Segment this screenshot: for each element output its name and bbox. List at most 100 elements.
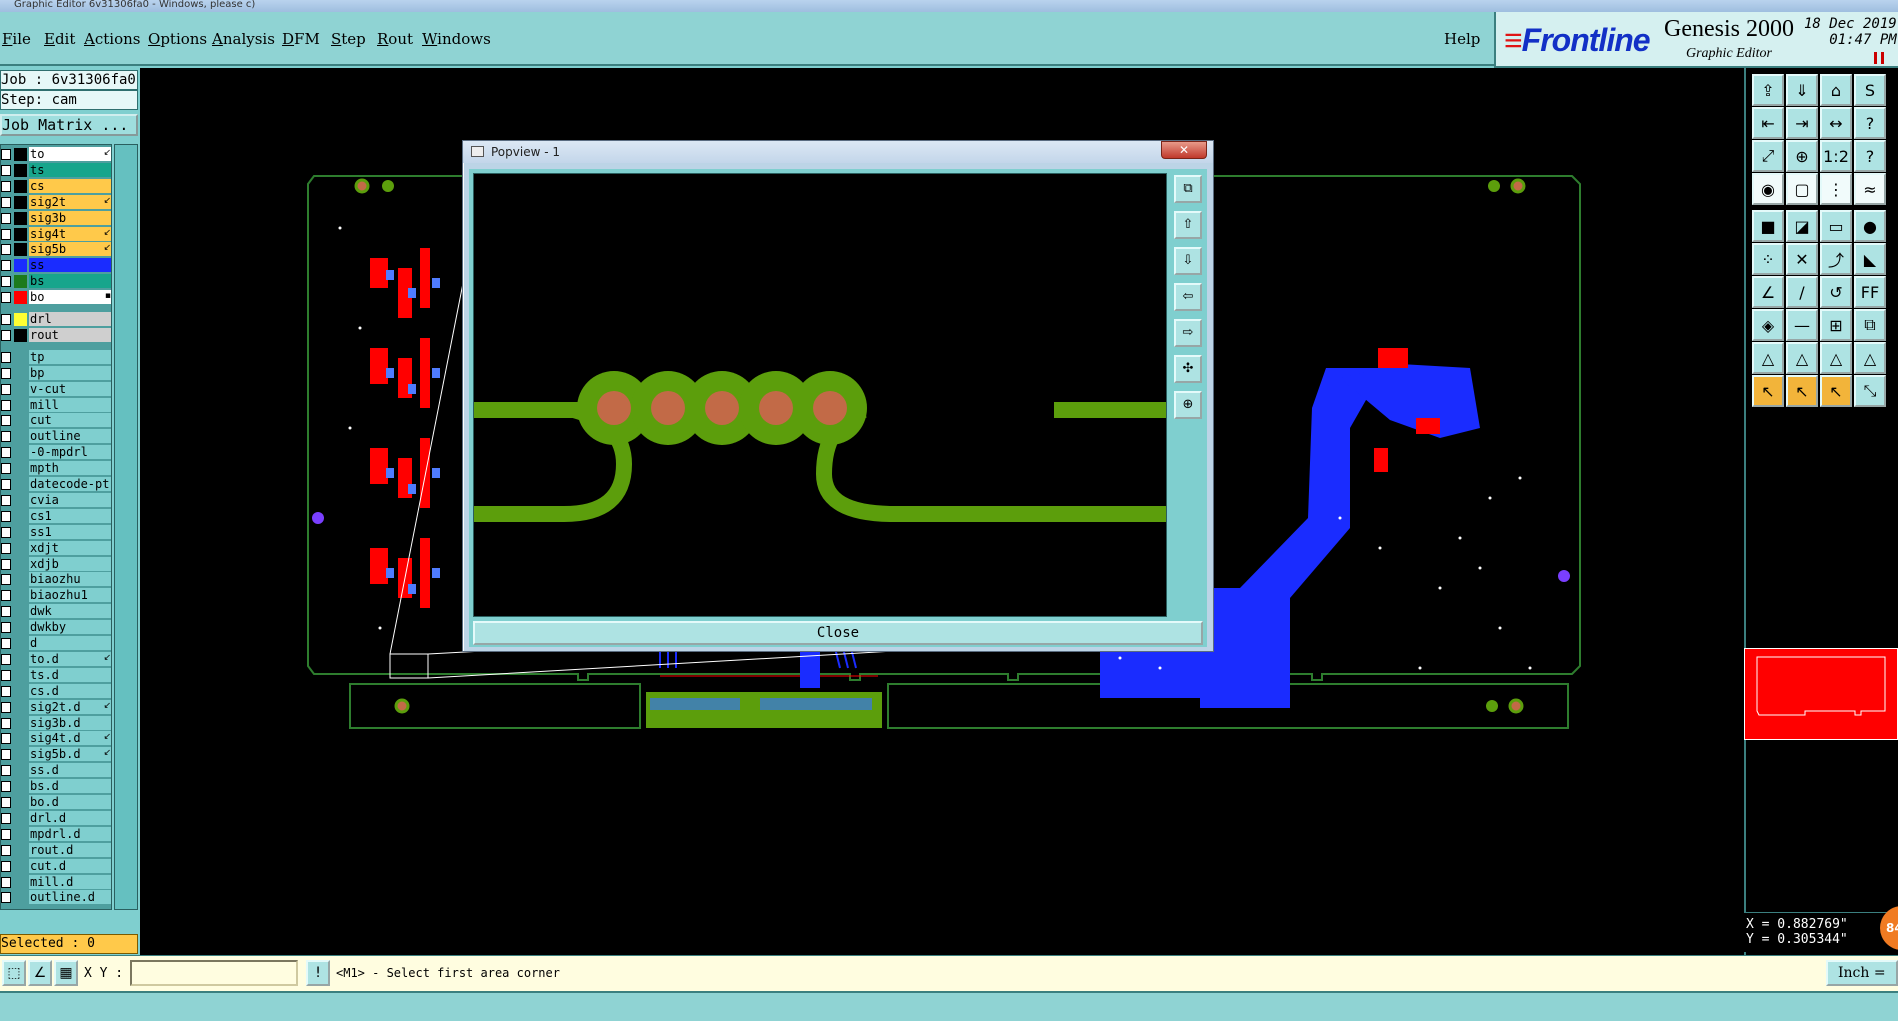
arc-icon[interactable]: ⤴: [1820, 243, 1852, 275]
layer-name[interactable]: cs1: [29, 508, 111, 523]
layer-name[interactable]: -0-mpdrl: [29, 445, 111, 460]
layer-name[interactable]: dwkby: [29, 620, 111, 635]
ratio-icon[interactable]: ↔: [1820, 107, 1852, 139]
layer-checkbox[interactable]: [1, 733, 11, 745]
layer-name[interactable]: ss1: [29, 524, 111, 539]
popview-titlebar[interactable]: Popview - 1 ✕: [463, 141, 1213, 163]
overview-minimap[interactable]: [1744, 648, 1898, 740]
slash-icon[interactable]: /: [1786, 276, 1818, 308]
home-page-icon[interactable]: ⇪: [1752, 74, 1784, 106]
popview-canvas[interactable]: [473, 173, 1167, 617]
layer-name[interactable]: sig4t.d: [29, 731, 111, 746]
layer-color-swatch[interactable]: [14, 275, 27, 289]
grid-icon[interactable]: ▦: [54, 960, 78, 986]
step-icon[interactable]: ?: [1854, 107, 1886, 139]
alert-button[interactable]: !: [306, 960, 330, 986]
layer-checkbox[interactable]: [1, 685, 11, 697]
layer-row[interactable]: drl: [1, 312, 113, 327]
triangle-icon[interactable]: △: [1752, 342, 1784, 374]
layer-row[interactable]: bo ▪: [1, 290, 113, 305]
layer-row[interactable]: bp: [1, 365, 113, 381]
popview-fit-icon[interactable]: ✣: [1174, 355, 1202, 383]
layer-row[interactable]: -0-mpdrl: [1, 445, 113, 460]
layer-row[interactable]: cs: [1, 178, 113, 194]
layer-row[interactable]: cs.d: [1, 683, 113, 699]
layer-name[interactable]: cs: [29, 178, 111, 193]
layer-row[interactable]: tp: [1, 349, 113, 365]
layer-color-swatch[interactable]: [14, 195, 27, 209]
pause-icon[interactable]: [1874, 52, 1884, 64]
layer-row[interactable]: ss1: [1, 524, 113, 540]
menu-options[interactable]: Options: [148, 30, 207, 48]
layer-color-swatch[interactable]: [14, 328, 27, 342]
layer-checkbox[interactable]: [1, 526, 11, 538]
layer-checkbox[interactable]: [1, 749, 11, 761]
triangle-a-icon[interactable]: △: [1786, 342, 1818, 374]
layer-checkbox[interactable]: [1, 447, 11, 459]
layer-checkbox[interactable]: [1, 260, 11, 272]
layer-checkbox[interactable]: [1, 164, 11, 176]
xy-input[interactable]: [130, 960, 298, 986]
layer-row[interactable]: ss.d: [1, 763, 113, 778]
layer-name[interactable]: bp: [29, 365, 111, 380]
layer-name[interactable]: rout: [29, 327, 111, 342]
line-icon[interactable]: ∠: [1752, 276, 1784, 308]
layer-checkbox[interactable]: [1, 812, 11, 824]
menu-actions[interactable]: Actions: [84, 30, 140, 48]
layer-name[interactable]: ts: [29, 162, 111, 177]
layer-name[interactable]: xdjb: [29, 556, 111, 571]
layer-name[interactable]: biaozhu1: [29, 588, 111, 603]
pointer-gold-icon[interactable]: ↖: [1786, 375, 1818, 407]
layer-checkbox[interactable]: [1, 876, 11, 888]
layer-row[interactable]: ss: [1, 258, 113, 273]
layer-name[interactable]: biaozhu: [29, 572, 111, 587]
menu-file[interactable]: File: [2, 30, 31, 48]
layer-row[interactable]: outline.d: [1, 890, 113, 905]
layer-color-swatch[interactable]: [14, 227, 27, 241]
popview-center-icon[interactable]: ⊕: [1174, 391, 1202, 419]
layer-name[interactable]: dwk: [29, 604, 111, 619]
layer-color-swatch[interactable]: [14, 259, 27, 273]
layer-row[interactable]: cs1: [1, 508, 113, 524]
layer-checkbox[interactable]: [1, 212, 11, 224]
layer-checkbox[interactable]: [1, 590, 11, 602]
layer-checkbox[interactable]: [1, 653, 11, 665]
layer-color-swatch[interactable]: [14, 313, 27, 326]
triangle-c-icon[interactable]: △: [1854, 342, 1886, 374]
help-icon[interactable]: ?: [1854, 140, 1886, 172]
layer-checkbox[interactable]: [1, 351, 11, 363]
layer-color-swatch[interactable]: [14, 243, 27, 257]
layer-row[interactable]: mill.d: [1, 874, 113, 890]
layer-name[interactable]: sig2t.d: [29, 699, 111, 714]
layer-checkbox[interactable]: [1, 244, 11, 256]
center-icon[interactable]: ⊕: [1786, 140, 1818, 172]
layer-row[interactable]: bs.d: [1, 779, 113, 794]
layer-name[interactable]: ss: [29, 258, 111, 273]
menu-step[interactable]: Step: [331, 30, 366, 48]
layer-row[interactable]: sig3b.d: [1, 715, 113, 731]
layer-row[interactable]: sig3b: [1, 210, 113, 226]
layer-checkbox[interactable]: [1, 797, 11, 808]
menu-dfm[interactable]: DFM: [282, 30, 320, 48]
layer-checkbox[interactable]: [1, 828, 11, 840]
layer-name[interactable]: outline.d: [29, 890, 111, 905]
layer-checkbox[interactable]: [1, 431, 11, 443]
s-shape-icon[interactable]: S: [1854, 74, 1886, 106]
layer-row[interactable]: sig4t ↙: [1, 226, 113, 242]
popview-pan-left-icon[interactable]: ⇦: [1174, 283, 1202, 311]
layer-row[interactable]: to ↙: [1, 147, 113, 162]
layer-name[interactable]: ts.d: [29, 667, 111, 682]
layer-row[interactable]: sig4t.d ↙: [1, 731, 113, 746]
layer-name[interactable]: sig4t: [29, 226, 111, 241]
layer-row[interactable]: mpdrl.d: [1, 826, 113, 842]
menu-analysis[interactable]: Analysis: [212, 30, 275, 48]
layer-name[interactable]: sig2t: [29, 194, 111, 209]
layer-checkbox[interactable]: [1, 399, 11, 411]
layer-name[interactable]: mill.d: [29, 874, 111, 889]
layer-checkbox[interactable]: [1, 669, 11, 681]
layer-row[interactable]: mpth: [1, 461, 113, 476]
layer-name[interactable]: mpdrl.d: [29, 826, 111, 841]
menu-windows[interactable]: Windows: [422, 30, 491, 48]
next-icon[interactable]: ⇥: [1786, 107, 1818, 139]
layer-name[interactable]: bs.d: [29, 779, 111, 794]
